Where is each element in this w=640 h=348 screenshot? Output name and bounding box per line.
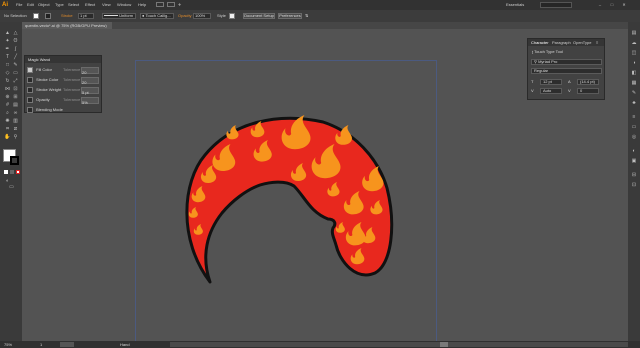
- stroke-color-tolerance-field[interactable]: 20: [81, 77, 99, 85]
- font-family-value: Myriad Pro: [538, 59, 558, 64]
- leading-field[interactable]: (14.4 pt): [577, 79, 599, 85]
- fill-color-row: Fill Color Tolerance 20: [25, 65, 101, 75]
- touch-type-tool-button[interactable]: ʈ Touch Type Tool: [532, 49, 563, 55]
- opacity-tolerance-field[interactable]: 5%: [81, 97, 99, 105]
- touch-type-label: Touch Type Tool: [534, 49, 563, 54]
- tab-opentype[interactable]: OpenType: [573, 39, 591, 46]
- tolerance-label: Tolerance: [63, 87, 81, 92]
- gradient-icon[interactable]: ▭: [630, 124, 638, 131]
- font-search-icon: ⚲: [534, 59, 537, 64]
- zoom-level[interactable]: 75%: [4, 341, 12, 348]
- blending-mode-checkbox[interactable]: [27, 106, 33, 113]
- fill-tolerance-field[interactable]: 20: [81, 67, 99, 75]
- libraries-icon[interactable]: ☁: [630, 40, 638, 47]
- appearance-icon[interactable]: ◐: [630, 148, 638, 155]
- transparency-icon[interactable]: ◎: [630, 134, 638, 141]
- brushes-icon[interactable]: ✎: [630, 90, 638, 97]
- kerning-field[interactable]: Auto: [540, 88, 562, 94]
- horizontal-scrollbar[interactable]: [170, 342, 628, 347]
- touch-type-icon: ʈ: [532, 49, 534, 54]
- align-icon[interactable]: ⊟: [630, 172, 638, 179]
- tolerance-label: Tolerance: [63, 77, 81, 82]
- stroke-weight-label: Stroke Weight: [36, 87, 62, 92]
- stroke-weight-tolerance-field[interactable]: 5 pt: [81, 87, 99, 95]
- stroke-color-checkbox[interactable]: [27, 76, 33, 83]
- opacity-checkbox[interactable]: [27, 96, 33, 103]
- leading-icon: A: [568, 79, 571, 84]
- blending-mode-label: Blending Mode: [36, 107, 63, 112]
- fill-color-label: Fill Color: [36, 67, 52, 72]
- tolerance-label: Tolerance: [63, 97, 81, 102]
- magic-wand-panel-title[interactable]: Magic Wand: [25, 56, 101, 63]
- panel-menu-icon[interactable]: ≡: [596, 39, 598, 46]
- scrollbar-thumb[interactable]: [440, 342, 448, 347]
- magic-wand-panel: Magic Wand Fill Color Tolerance 20 Strok…: [24, 55, 102, 113]
- stroke-icon[interactable]: ≡: [630, 114, 638, 121]
- character-panel: Character Paragraph OpenType ≡ ʈ Touch T…: [527, 38, 605, 100]
- color-icon[interactable]: ◑: [630, 60, 638, 67]
- properties-icon[interactable]: ▤: [630, 30, 638, 37]
- opacity-row-label: Opacity: [36, 97, 50, 102]
- opacity-row: Opacity Tolerance 5%: [25, 95, 101, 105]
- tracking-field[interactable]: 0: [577, 88, 599, 94]
- font-size-field[interactable]: 12 pt: [540, 79, 562, 85]
- transform-icon[interactable]: ⊡: [630, 182, 638, 189]
- symbols-icon[interactable]: ♣: [630, 100, 638, 107]
- tracking-icon: V: [568, 88, 571, 93]
- tab-character[interactable]: Character: [531, 39, 549, 46]
- layers-icon[interactable]: ◫: [630, 50, 638, 57]
- current-tool-status: Hand: [120, 342, 130, 347]
- stroke-color-label: Stroke Color: [36, 77, 59, 82]
- kerning-icon: V: [531, 88, 534, 93]
- tolerance-label: Tolerance: [63, 67, 81, 72]
- stroke-weight-row: Stroke Weight Tolerance 5 pt: [25, 85, 101, 95]
- swatches-icon[interactable]: ▦: [630, 80, 638, 87]
- flame-icon: [226, 125, 239, 140]
- panel-dock: ▤ ☁ ◫ ◑ ◧ ▦ ✎ ♣ ≡ ▭ ◎ ◐ ▣ ⊟ ⊡: [628, 22, 640, 342]
- font-size-icon: T: [531, 79, 534, 84]
- color-guide-icon[interactable]: ◧: [630, 70, 638, 77]
- tab-paragraph[interactable]: Paragraph: [552, 39, 571, 46]
- graphic-styles-icon[interactable]: ▣: [630, 158, 638, 165]
- stroke-weight-checkbox[interactable]: [27, 86, 33, 93]
- font-style-field[interactable]: Regular: [531, 68, 602, 74]
- artboard-number[interactable]: 1: [40, 341, 42, 348]
- blending-mode-row: Blending Mode: [25, 105, 101, 115]
- font-family-field[interactable]: ⚲ Myriad Pro: [531, 59, 602, 65]
- fill-color-checkbox[interactable]: [27, 66, 33, 73]
- stroke-color-row: Stroke Color Tolerance 20: [25, 75, 101, 85]
- artboard-navigation[interactable]: [60, 342, 74, 347]
